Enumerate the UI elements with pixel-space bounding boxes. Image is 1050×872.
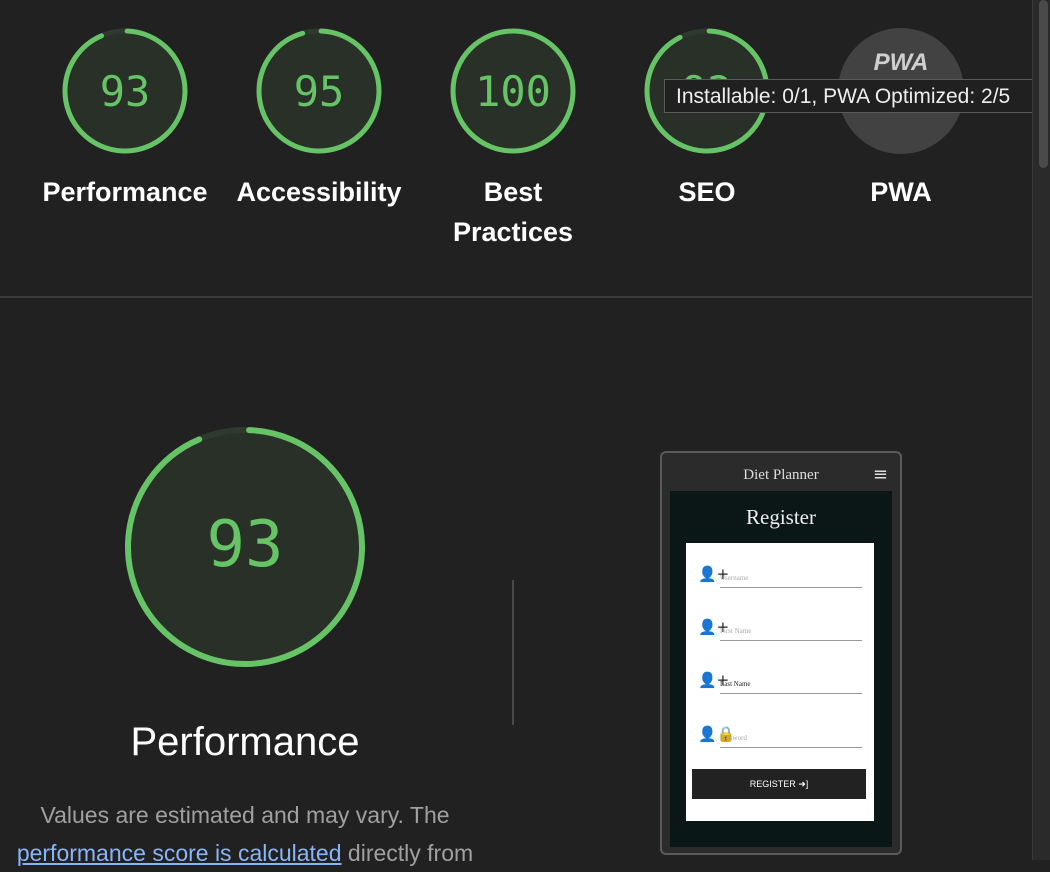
form-row-last-name: 👤+ Last Name [698, 671, 862, 695]
performance-title: Performance [130, 720, 360, 764]
last-name-field: Last Name [720, 675, 862, 694]
register-card: 👤+ Username 👤+ First Name 👤+ Last Name 👤… [686, 543, 874, 821]
desc-line1: Values are estimated and may vary. The [40, 802, 450, 828]
username-field: Username [720, 569, 862, 588]
performance-score-link[interactable]: performance score is calculated [17, 840, 342, 866]
gauge-accessibility[interactable]: 95 Accessibility [224, 26, 414, 212]
gauge-label: Best Practices [452, 177, 574, 247]
form-row-password: 👤🔒 Password [698, 725, 862, 749]
register-title: Register [746, 505, 816, 529]
final-screenshot[interactable]: Diet Planner ≡ Register 👤+ Username 👤+ F… [660, 451, 902, 855]
app-title: Diet Planner [743, 467, 819, 483]
gauge-score: 95 [294, 67, 345, 116]
first-name-field: First Name [720, 622, 862, 641]
gauge-label: Accessibility [236, 177, 402, 207]
gauge-best-practices[interactable]: 100 Best Practices [418, 26, 608, 252]
gauge-label: PWA [870, 177, 932, 207]
section-divider [0, 296, 1032, 298]
scrollbar-thumb[interactable] [1039, 0, 1048, 168]
gauge-score: 93 [100, 67, 151, 116]
vertical-divider [512, 580, 514, 725]
category-gauges: 93 Performance 95 Accessibility 100 Best… [0, 0, 1032, 297]
app-body: Register 👤+ Username 👤+ First Name 👤+ La… [670, 491, 892, 847]
gauge-ring: 100 [450, 28, 576, 154]
gauge-score: 100 [475, 67, 551, 116]
register-button: REGISTER ➜] [692, 769, 866, 799]
app-header: Diet Planner ≡ [662, 453, 900, 491]
gauge-ring: 95 [256, 28, 382, 154]
performance-big-gauge: 93 [124, 427, 365, 667]
performance-big-score: 93 [206, 508, 283, 582]
pwa-logo-icon: PWA [874, 49, 929, 76]
gauge-pwa[interactable]: PWA PWA [806, 26, 996, 212]
gauge-tooltip: Installable: 0/1, PWA Optimized: 2/5 [664, 79, 1050, 113]
form-row-username: 👤+ Username [698, 565, 862, 589]
gauge-label: Performance [42, 177, 208, 207]
gauge-performance[interactable]: 93 Performance [30, 26, 220, 212]
performance-description: Values are estimated and may vary. The p… [0, 796, 490, 872]
password-field: Password [720, 729, 862, 748]
gauge-label: SEO [678, 177, 736, 207]
gauge-ring: 93 [62, 28, 188, 154]
gauge-seo[interactable]: 92 SEO [612, 26, 802, 212]
desc-after: directly from [347, 840, 474, 866]
form-row-first-name: 👤+ First Name [698, 618, 862, 642]
